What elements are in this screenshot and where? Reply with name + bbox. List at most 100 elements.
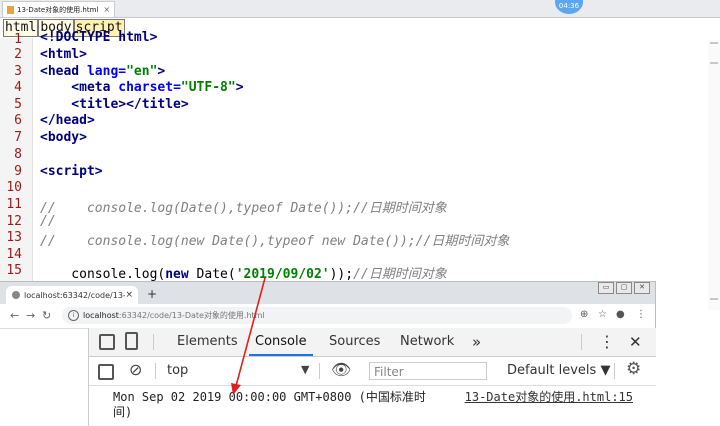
sidebar-toggle-icon[interactable] <box>98 364 114 380</box>
context-dropdown-icon[interactable]: ▼ <box>301 363 309 376</box>
console-source-link[interactable]: 13-Date对象的使用.html:15 <box>465 390 633 405</box>
line-number: 6 <box>14 113 22 128</box>
code-line-13: // console.log(new Date(),typeof new Dat… <box>40 234 510 249</box>
zoom-icon[interactable]: ⊕ <box>580 309 588 320</box>
new-tab-button[interactable]: + <box>147 287 157 301</box>
star-icon[interactable]: ☆ <box>598 309 607 320</box>
editor-scroll-markers[interactable] <box>708 40 720 310</box>
window-controls: ▭ ▢ ✕ <box>598 282 650 294</box>
code-line-3: <head lang="en"> <box>40 64 165 79</box>
code-token: Date( <box>188 267 236 282</box>
code-line-6: </head> <box>40 113 95 128</box>
log-levels-select[interactable]: Default levels ▼ <box>507 363 610 378</box>
code-line-11: // console.log(Date(),typeof Date());//日… <box>40 201 447 216</box>
line-number: 1 <box>14 32 22 47</box>
url-path: :63342/code/13-Date对象的使用.html <box>118 311 265 320</box>
tab-sources[interactable]: Sources <box>329 328 380 356</box>
code-line-15: console.log(new Date('2019/09/02'));//日期… <box>40 263 447 282</box>
line-number: 2 <box>14 47 22 62</box>
code-token: console.log( <box>40 267 166 282</box>
tab-elements[interactable]: Elements <box>177 328 238 356</box>
tab-network[interactable]: Network <box>400 328 454 356</box>
live-expression-eye-icon[interactable]: 👁 <box>331 360 351 379</box>
back-arrow-icon[interactable]: ← <box>10 309 19 322</box>
code-line-1: <!DOCTYPE html> <box>40 30 158 45</box>
profile-icon[interactable]: ● <box>616 309 625 320</box>
toolbar-divider <box>581 334 582 350</box>
filter-input[interactable]: Filter <box>369 362 487 380</box>
code-token: )); <box>329 267 354 282</box>
editor-tab-bar: 13-Date对象的使用.html × <box>0 0 720 18</box>
code-token: "UTF-8" <box>180 80 236 95</box>
more-tabs-icon[interactable]: » <box>472 328 481 356</box>
url-host: localhost <box>83 311 119 320</box>
toolbar-divider <box>153 334 154 350</box>
code-token: "en" <box>126 64 158 79</box>
url-field[interactable]: i localhost:63342/code/13-Date对象的使用.html <box>62 307 572 324</box>
line-number: 9 <box>14 164 22 179</box>
code-line-9: <script> <box>40 164 103 179</box>
settings-gear-icon[interactable]: ⚙ <box>626 359 641 379</box>
close-window-button[interactable]: ✕ <box>634 282 650 294</box>
browser-tab-label: localhost:63342/code/13-Date <box>24 290 126 300</box>
devtools-panel: Elements Console Sources Network » ⋮ ✕ ⊘… <box>88 328 656 426</box>
scroll-marker <box>710 298 718 300</box>
line-number: 13 <box>6 230 22 245</box>
code-line-5: <title></title> <box>40 97 189 112</box>
code-line-2: <html> <box>40 47 87 62</box>
clear-console-icon[interactable]: ⊘ <box>129 360 142 379</box>
line-number: 7 <box>14 130 22 145</box>
code-token: <head <box>40 64 87 79</box>
console-message-wrap: 间) <box>113 405 133 419</box>
address-bar-row: ← → ↻ i localhost:63342/code/13-Date对象的使… <box>0 304 655 329</box>
forward-arrow-icon[interactable]: → <box>26 309 35 322</box>
browser-window: localhost:63342/code/13-Date × + ▭ ▢ ✕ ←… <box>0 282 656 426</box>
code-line-4: <meta charset="UTF-8"> <box>40 80 244 95</box>
line-number: 4 <box>14 80 22 95</box>
code-token: charset= <box>118 80 181 95</box>
devtools-close-icon[interactable]: ✕ <box>629 328 642 356</box>
device-toolbar-icon[interactable] <box>125 332 138 350</box>
code-editor[interactable]: 1 2 3 4 5 6 7 8 9 10 11 12 13 14 15 <!DO… <box>0 30 720 282</box>
devtools-menu-icon[interactable]: ⋮ <box>599 328 615 356</box>
line-number: 8 <box>14 147 22 162</box>
code-token: > <box>235 80 244 95</box>
editor-tab[interactable]: 13-Date对象的使用.html × <box>2 1 116 17</box>
minimize-button[interactable]: ▭ <box>598 282 614 294</box>
code-token: '2019/09/02' <box>235 267 330 282</box>
line-number: 12 <box>6 214 22 229</box>
console-message-text: Mon Sep 02 2019 00:00:00 GMT+0800 (中国标准时 <box>113 390 426 404</box>
code-line-12: // <box>40 214 56 229</box>
line-number: 5 <box>14 97 22 112</box>
html-file-icon <box>7 5 14 14</box>
toolbar-divider <box>155 363 156 379</box>
console-toolbar: ⊘ top ▼ 👁 Filter Default levels ▼ ⚙ <box>89 357 656 386</box>
inspect-element-icon[interactable] <box>99 334 115 350</box>
scroll-marker <box>710 62 718 64</box>
code-token: lang= <box>86 64 127 79</box>
line-number: 11 <box>6 197 22 212</box>
code-token: new <box>165 267 189 282</box>
editor-tab-close-icon[interactable]: × <box>103 5 110 14</box>
code-token: <meta <box>40 80 119 95</box>
maximize-button[interactable]: ▢ <box>616 282 632 294</box>
code-token: //日期时间对象 <box>353 267 447 282</box>
code-line-7: <body> <box>40 130 87 145</box>
browser-menu-icon[interactable]: ⋮ <box>636 309 646 320</box>
toolbar-divider <box>614 363 615 379</box>
code-token: > <box>157 64 166 79</box>
globe-icon <box>12 291 20 299</box>
toolbar-divider <box>319 363 320 379</box>
line-number: 10 <box>6 180 22 195</box>
reload-icon[interactable]: ↻ <box>42 309 51 322</box>
info-icon[interactable]: i <box>68 310 79 321</box>
line-number: 14 <box>6 247 22 262</box>
devtools-toolbar: Elements Console Sources Network » ⋮ ✕ <box>89 328 656 357</box>
context-select[interactable]: top <box>167 363 188 378</box>
browser-tab-strip: localhost:63342/code/13-Date × + ▭ ▢ ✕ <box>0 282 655 304</box>
browser-tab[interactable]: localhost:63342/code/13-Date × <box>6 286 138 304</box>
line-number: 3 <box>14 64 22 79</box>
browser-tab-close-icon[interactable]: × <box>125 290 133 300</box>
tab-console[interactable]: Console <box>249 328 313 356</box>
scroll-marker <box>710 42 718 44</box>
